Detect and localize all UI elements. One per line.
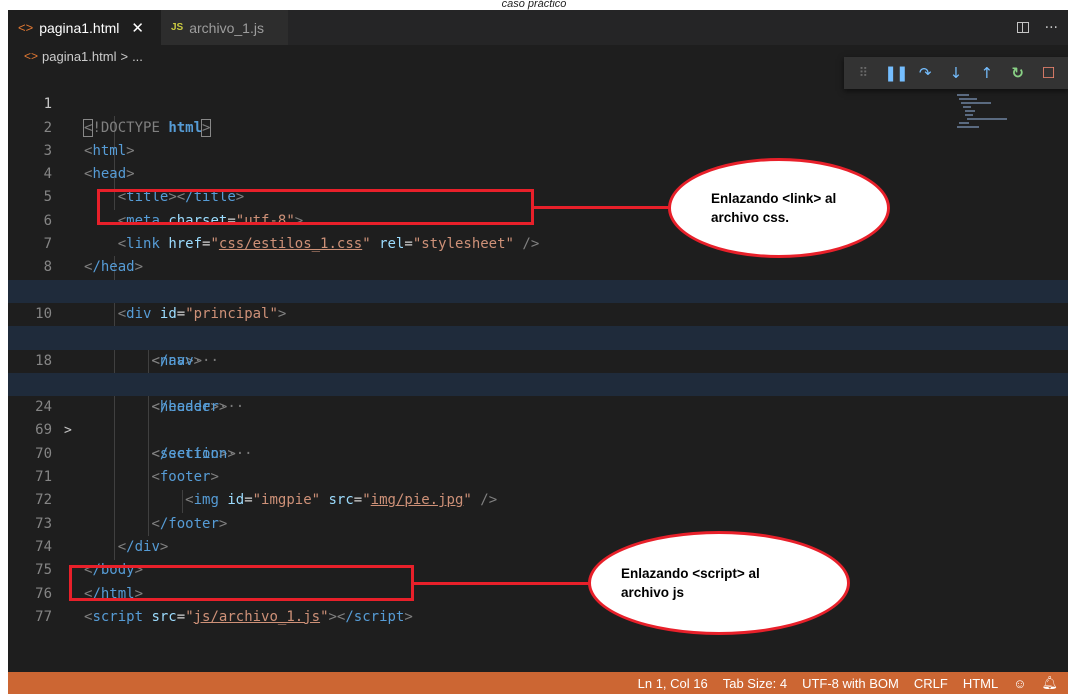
code-editor[interactable]: 1 <!DOCTYPE html> 2 <html> 3 <head> 4 <t… (8, 70, 1068, 625)
callout-text: Enlazando <link> al (711, 191, 837, 206)
more-actions-icon[interactable]: ··· (1045, 20, 1058, 36)
breadcrumb-file[interactable]: pagina1.html (42, 49, 116, 64)
caption: caso práctico (501, 0, 567, 10)
link-callout: Enlazando <link> al archivo css. (668, 158, 890, 258)
code-line: 70 <footer> (8, 419, 1068, 485)
tab-label: pagina1.html (39, 19, 120, 36)
code-line: 73 </div> (8, 489, 1068, 555)
js-file-icon: JS (171, 22, 184, 33)
callout-text: archivo css. (711, 210, 790, 225)
cursor-position[interactable]: Ln 1, Col 16 (638, 676, 708, 691)
vscode-window: <> pagina1.html ✕ JS archivo_1.js ··· <>… (8, 10, 1068, 694)
code-line: 74 </body> (8, 513, 1068, 578)
callout-text: Enlazando <script> al (621, 566, 760, 581)
status-bar: Ln 1, Col 16 Tab Size: 4 UTF-8 with BOM … (8, 672, 1068, 694)
link-highlight-box (97, 189, 534, 225)
code-line: 75 </html> (8, 536, 1068, 601)
language-mode[interactable]: HTML (963, 676, 998, 691)
tab-archivo-1-js[interactable]: JS archivo_1.js (161, 10, 288, 45)
code-line: 23 </header> (8, 350, 1068, 415)
end-of-line[interactable]: CRLF (914, 676, 948, 691)
breadcrumb: <> pagina1.html > ... (8, 45, 143, 67)
code-line: 24 > <section>··· (8, 372, 1068, 462)
code-line: 2 <html> (8, 93, 1068, 159)
tab-bar: <> pagina1.html ✕ JS archivo_1.js ··· (8, 10, 1068, 45)
script-callout: Enlazando <script> al archivo js (588, 531, 850, 635)
code-line: 4 <title></title> (8, 140, 1068, 205)
line-number: 77 (35, 608, 52, 625)
close-icon[interactable]: ✕ (131, 19, 144, 37)
callout-text: archivo js (621, 585, 685, 600)
html-file-icon: <> (18, 20, 34, 35)
code-line: 1 <!DOCTYPE html> (8, 70, 1068, 137)
code-line: 8 <body> (8, 233, 1068, 298)
html-file-icon: <> (24, 49, 39, 63)
code-line: 69 </section> (8, 396, 1068, 461)
code-line: 5 <meta charset="utf-8"> (8, 163, 1068, 228)
split-editor-icon[interactable] (1016, 22, 1029, 33)
code-line: 9 <div id="principal"> (8, 256, 1068, 322)
code-line: 71 <img id="imgpie" src="img/pie.jpg" /> (8, 443, 1068, 508)
feedback-icon[interactable]: ☺ (1013, 676, 1026, 691)
editor-actions: ··· (1016, 10, 1058, 45)
script-connector-line (414, 582, 590, 585)
script-highlight-box (69, 565, 414, 601)
code-line: 17 </nav> (8, 303, 1068, 368)
tab-size[interactable]: Tab Size: 4 (723, 676, 787, 691)
tab-label: archivo_1.js (189, 19, 264, 36)
code-line: 10 > <nav>··· (8, 279, 1068, 369)
code-line: 3 <head> (8, 117, 1068, 182)
breadcrumb-separator: > (120, 48, 129, 64)
bell-icon[interactable]: 🔔︎ (1041, 675, 1058, 691)
file-encoding[interactable]: UTF-8 with BOM (802, 676, 899, 691)
code-line: 72 </footer> (8, 466, 1068, 531)
code-line: 18 > <header>··· (8, 326, 1068, 415)
breadcrumb-more[interactable]: ... (132, 49, 143, 64)
link-connector-line (534, 206, 670, 209)
tab-pagina1-html[interactable]: <> pagina1.html ✕ (8, 10, 161, 45)
